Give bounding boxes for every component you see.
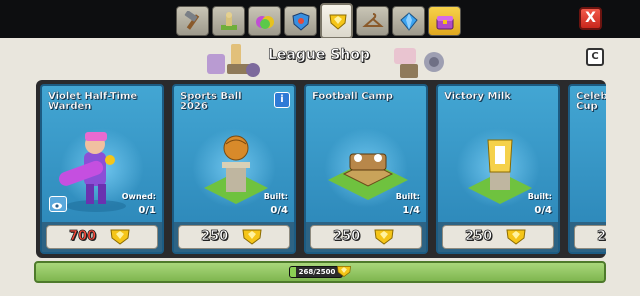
tab-clan[interactable] xyxy=(284,6,317,36)
buy-button[interactable]: 250 xyxy=(442,225,554,249)
buy-button[interactable]: 700 xyxy=(46,225,158,249)
built-count: 0/4 xyxy=(270,205,288,216)
tab-league-shop[interactable] xyxy=(320,3,353,39)
eye-icon xyxy=(52,202,62,210)
owned-count: 0/1 xyxy=(138,205,156,216)
list-item[interactable]: Football Camp Built: 1/4 250 xyxy=(304,84,428,254)
item-carousel[interactable]: Violet Half-Time Warden Owned: 0/1 700 S… xyxy=(36,80,606,258)
item-price: 250 xyxy=(201,229,229,245)
owned-label: Owned: xyxy=(121,192,156,201)
built-count: 1/4 xyxy=(402,205,420,216)
buy-button[interactable]: 250 xyxy=(178,225,290,249)
tab-builder[interactable] xyxy=(176,6,209,36)
buy-button[interactable]: 2 xyxy=(574,225,606,249)
item-price: 250 xyxy=(333,229,361,245)
decorations-pile-left-icon xyxy=(207,44,260,77)
built-count: 0/4 xyxy=(534,205,552,216)
gem-icon xyxy=(400,12,418,31)
item-price: 250 xyxy=(465,229,493,245)
league-medal-icon xyxy=(242,229,262,245)
preview-eye-button[interactable] xyxy=(49,196,67,212)
item-name: Sports Ball 2026 xyxy=(180,91,242,112)
victory-milk-statue-icon xyxy=(468,139,532,204)
built-label: Built: xyxy=(263,192,288,201)
item-price: 2 xyxy=(597,229,606,245)
tab-gems[interactable] xyxy=(392,6,425,36)
league-medal-icon xyxy=(337,266,351,278)
list-item[interactable]: Violet Half-Time Warden Owned: 0/1 700 xyxy=(40,84,164,254)
league-medal-progress: 268/2500 xyxy=(289,266,343,278)
item-name: Victory Milk xyxy=(444,91,511,102)
item-name: Football Camp xyxy=(312,91,393,102)
item-price: 700 xyxy=(69,229,97,245)
buy-button[interactable]: 250 xyxy=(310,225,422,249)
tab-bar: X xyxy=(0,0,640,40)
close-button[interactable]: X xyxy=(579,7,602,30)
list-item[interactable]: Sports Ball 2026 i Built: 0/4 250 xyxy=(172,84,296,254)
decorations-pile-right-icon xyxy=(394,48,444,78)
tab-decorations[interactable] xyxy=(212,6,245,36)
league-medal-icon xyxy=(374,229,394,245)
hammer-builder-icon xyxy=(184,11,200,30)
clan-shield-icon xyxy=(292,12,310,31)
hanger-skins-icon xyxy=(362,13,384,27)
page-title: League Shop xyxy=(268,47,371,64)
decoration-statue-icon xyxy=(221,12,237,30)
tab-skins[interactable] xyxy=(356,6,389,36)
list-item[interactable]: Celeb Cup 2 xyxy=(568,84,606,254)
treasury-chest-icon xyxy=(436,16,454,30)
tab-resources[interactable] xyxy=(248,6,281,36)
item-name: Celeb Cup xyxy=(576,91,606,112)
info-c-icon[interactable]: C xyxy=(586,48,604,66)
tab-treasury[interactable] xyxy=(428,6,461,36)
item-name: Violet Half-Time Warden xyxy=(48,91,138,112)
resources-potion-icon xyxy=(256,16,274,29)
league-medal-icon xyxy=(506,229,526,245)
info-button[interactable]: i xyxy=(274,92,290,108)
league-medal-icon xyxy=(329,14,347,30)
built-label: Built: xyxy=(527,192,552,201)
built-label: Built: xyxy=(395,192,420,201)
league-medal-icon xyxy=(110,229,130,245)
list-item[interactable]: Victory Milk Built: 0/4 250 xyxy=(436,84,560,254)
